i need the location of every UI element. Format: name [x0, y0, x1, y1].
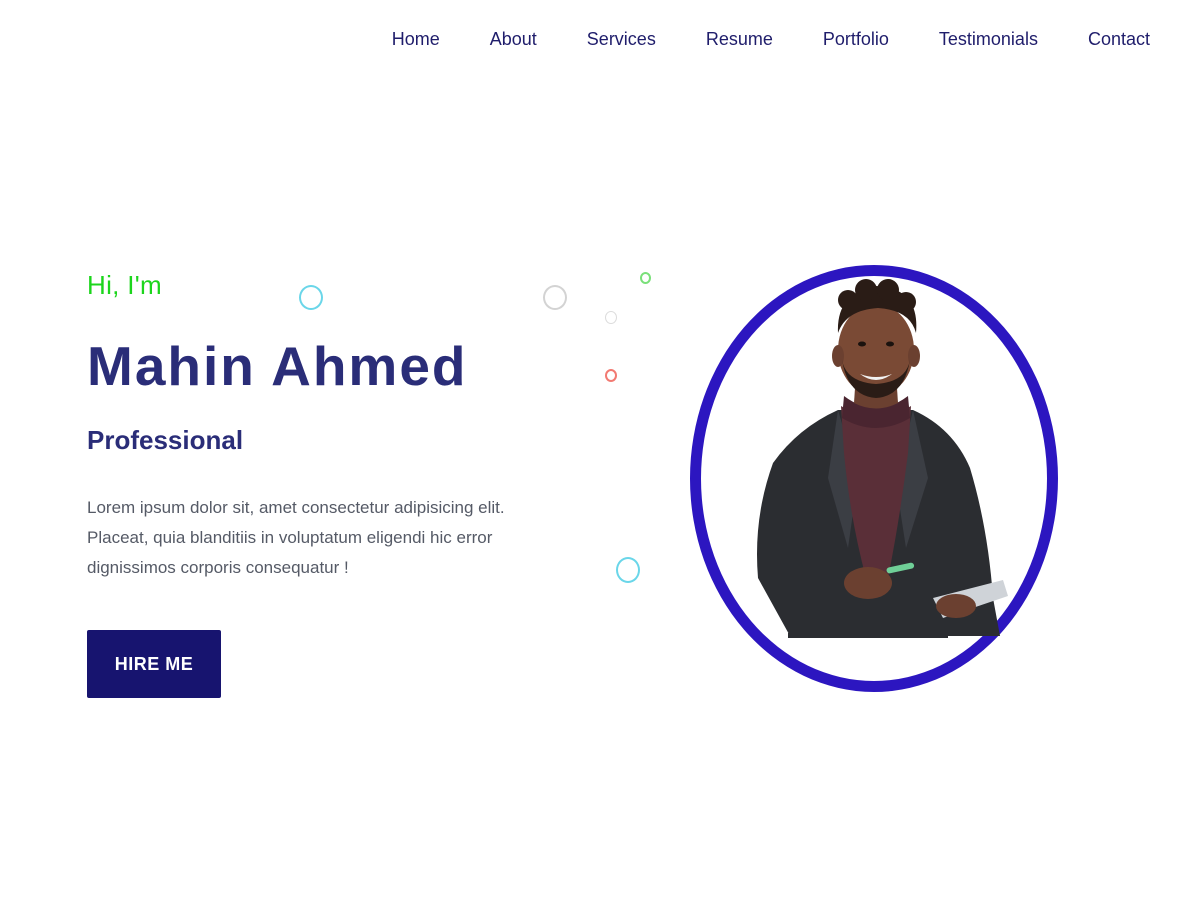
- decorative-circle-gray: [543, 285, 567, 310]
- hero-name: Mahin Ahmed: [87, 335, 468, 397]
- nav-link-resume[interactable]: Resume: [706, 28, 773, 50]
- hero-description: Lorem ipsum dolor sit, amet consectetur …: [87, 498, 505, 577]
- main-navigation: Home About Services Resume Portfolio Tes…: [0, 0, 1200, 78]
- nav-link-about[interactable]: About: [490, 28, 537, 50]
- nav-link-home[interactable]: Home: [392, 28, 440, 50]
- nav-link-services[interactable]: Services: [587, 28, 656, 50]
- decorative-circle-light-gray: [605, 311, 617, 324]
- decorative-circle-red: [605, 369, 617, 382]
- portrait-photo: [757, 279, 1008, 638]
- nav-list: Home About Services Resume Portfolio Tes…: [392, 28, 1150, 50]
- decorative-circle-cyan: [299, 285, 323, 310]
- decorative-circle-cyan-lower: [616, 557, 640, 583]
- hero-role: Professional: [87, 425, 244, 455]
- hero-greeting: Hi, I'm: [87, 270, 162, 300]
- hire-me-button[interactable]: HIRE ME: [87, 630, 221, 698]
- nav-link-testimonials[interactable]: Testimonials: [939, 28, 1038, 50]
- nav-link-portfolio[interactable]: Portfolio: [823, 28, 889, 50]
- decorative-circle-green: [640, 272, 651, 284]
- nav-link-contact[interactable]: Contact: [1088, 28, 1150, 50]
